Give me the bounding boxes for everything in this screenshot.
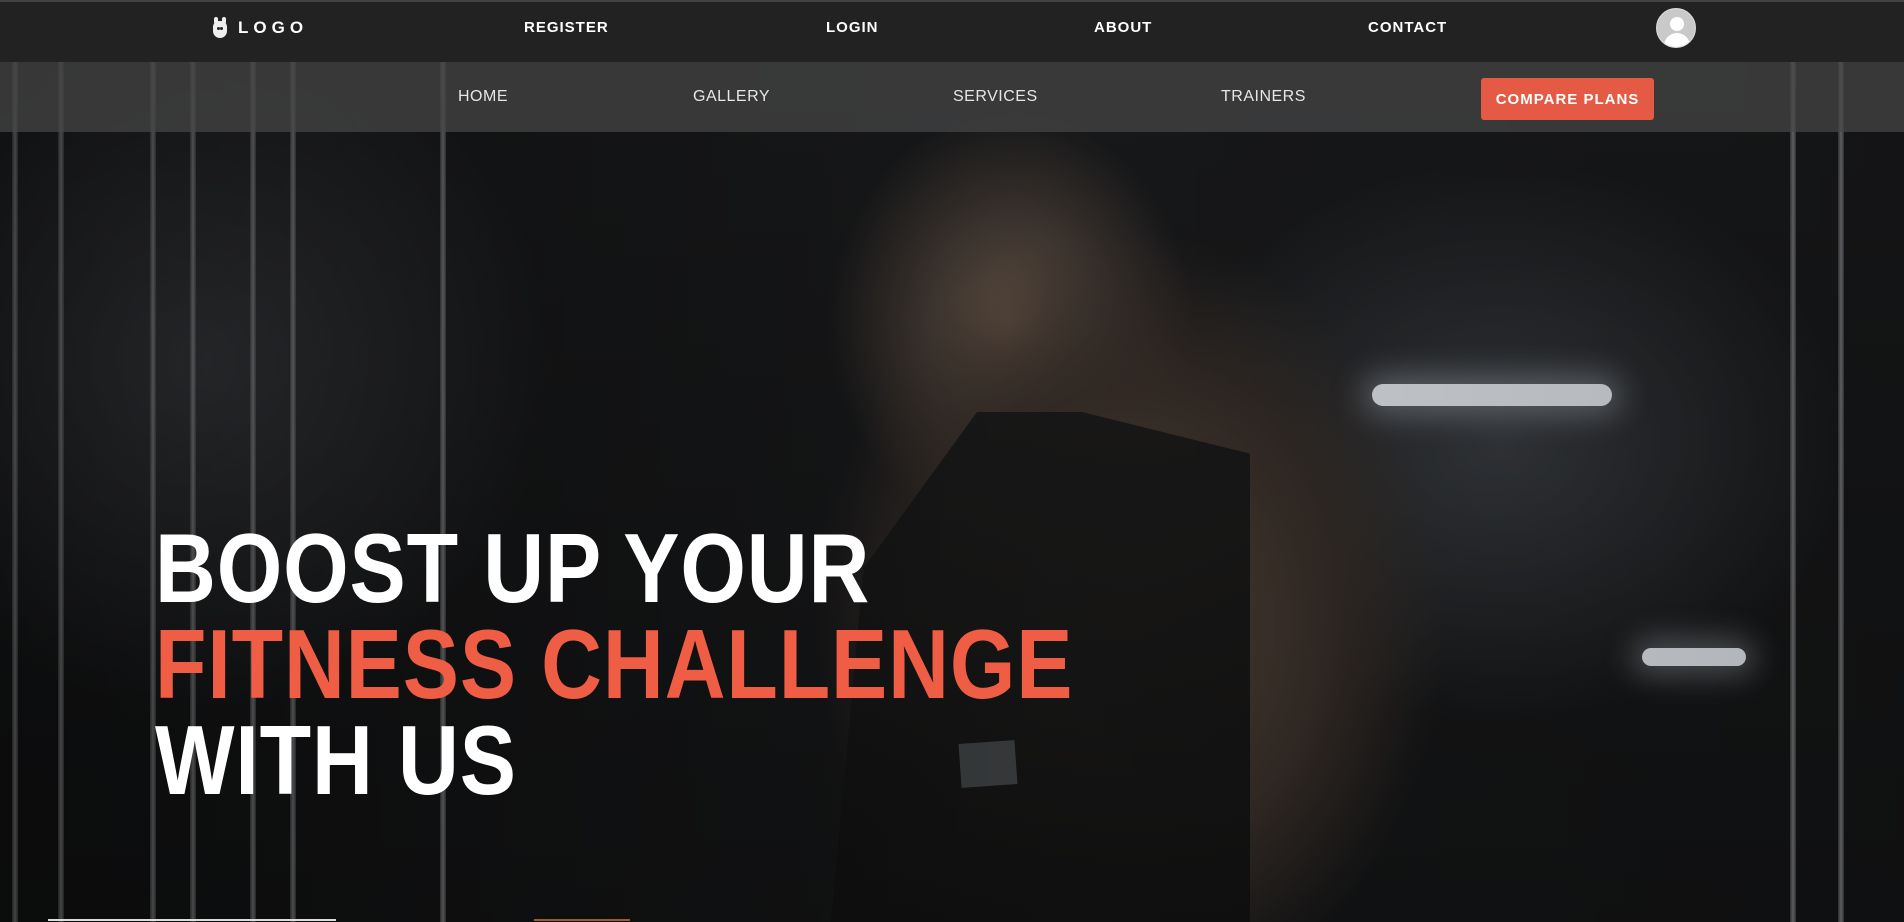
sub-nav: HOME GALLERY SERVICES TRAINERS COMPARE P… (0, 62, 1904, 132)
about-link[interactable]: ABOUT (1094, 19, 1152, 36)
user-avatar-icon[interactable] (1656, 8, 1696, 48)
home-link[interactable]: HOME (458, 88, 508, 106)
trainers-link[interactable]: TRAINERS (1221, 88, 1306, 106)
divider (534, 919, 630, 921)
gallery-link[interactable]: GALLERY (693, 88, 770, 106)
headline-line-1: BOOST UP YOUR (155, 513, 871, 623)
divider (48, 919, 336, 921)
login-link[interactable]: LOGIN (826, 19, 879, 36)
android-icon (212, 17, 228, 39)
register-link[interactable]: REGISTER (524, 19, 609, 36)
top-bar: LOGO REGISTER LOGIN ABOUT CONTACT (0, 0, 1904, 62)
contact-link[interactable]: CONTACT (1368, 19, 1447, 36)
logo-text: LOGO (238, 18, 309, 37)
headline-line-2: FITNESS CHALLENGE (155, 609, 1074, 719)
services-link[interactable]: SERVICES (953, 88, 1038, 106)
logo[interactable]: LOGO (212, 16, 308, 40)
compare-plans-button[interactable]: COMPARE PLANS (1481, 78, 1654, 120)
hero-headline: BOOST UP YOUR FITNESS CHALLENGE WITH US (155, 513, 1074, 815)
headline-line-3: WITH US (155, 705, 517, 815)
